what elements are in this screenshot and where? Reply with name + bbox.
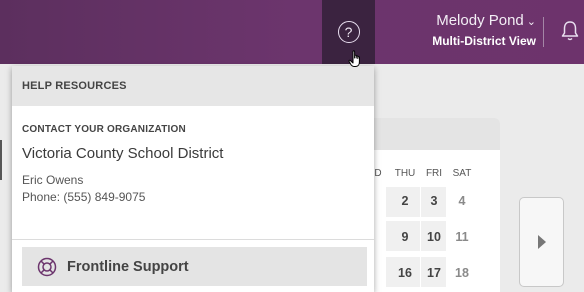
- help-circle-icon: ?: [337, 21, 360, 43]
- district-view-label: Multi-District View: [432, 34, 536, 48]
- weekday-label: THU: [394, 168, 416, 179]
- topbar-divider: [543, 17, 544, 47]
- top-navigation-bar: ? Melody Pond ⌄ Multi-District View: [0, 0, 584, 64]
- frontline-support-label: Frontline Support: [67, 258, 189, 275]
- calendar-day[interactable]: 10: [422, 230, 446, 244]
- contact-details: Eric Owens Phone: (555) 849-9075: [22, 172, 374, 206]
- next-week-button[interactable]: [519, 197, 564, 287]
- calendar-day[interactable]: 4: [450, 194, 474, 208]
- contact-label: CONTACT YOUR ORGANIZATION: [22, 124, 186, 135]
- help-resources-dropdown: HELP RESOURCES CONTACT YOUR ORGANIZATION…: [12, 66, 374, 292]
- calendar-day[interactable]: 18: [450, 266, 474, 280]
- calendar-day[interactable]: 11: [450, 230, 474, 244]
- contact-phone: Phone: (555) 849-9075: [22, 190, 146, 204]
- weekday-label: SAT: [452, 168, 472, 179]
- dropdown-divider: [12, 239, 374, 240]
- calendar-day[interactable]: 3: [422, 194, 446, 208]
- calendar-day[interactable]: 9: [393, 230, 417, 244]
- background-edge: [0, 140, 2, 180]
- user-name-label: Melody Pond: [436, 12, 524, 29]
- frontline-support-button[interactable]: Frontline Support: [22, 247, 367, 286]
- help-resources-title: HELP RESOURCES: [12, 66, 374, 106]
- calendar-day[interactable]: 17: [422, 266, 446, 280]
- contact-name: Eric Owens: [22, 173, 84, 187]
- calendar-day[interactable]: 16: [393, 266, 417, 280]
- organization-name: Victoria County School District: [22, 145, 224, 162]
- bell-icon[interactable]: [560, 19, 580, 43]
- lifebuoy-icon: [37, 257, 57, 276]
- chevron-right-icon: [537, 235, 546, 249]
- hand-pointer-icon: [348, 50, 360, 67]
- chevron-down-icon: ⌄: [526, 16, 536, 28]
- calendar-day[interactable]: 2: [393, 194, 417, 208]
- user-name: Melody Pond ⌄: [432, 12, 536, 31]
- user-menu[interactable]: Melody Pond ⌄ Multi-District View: [432, 12, 536, 49]
- weekday-label: FRI: [425, 168, 443, 179]
- contact-section: CONTACT YOUR ORGANIZATION Victoria Count…: [12, 106, 374, 206]
